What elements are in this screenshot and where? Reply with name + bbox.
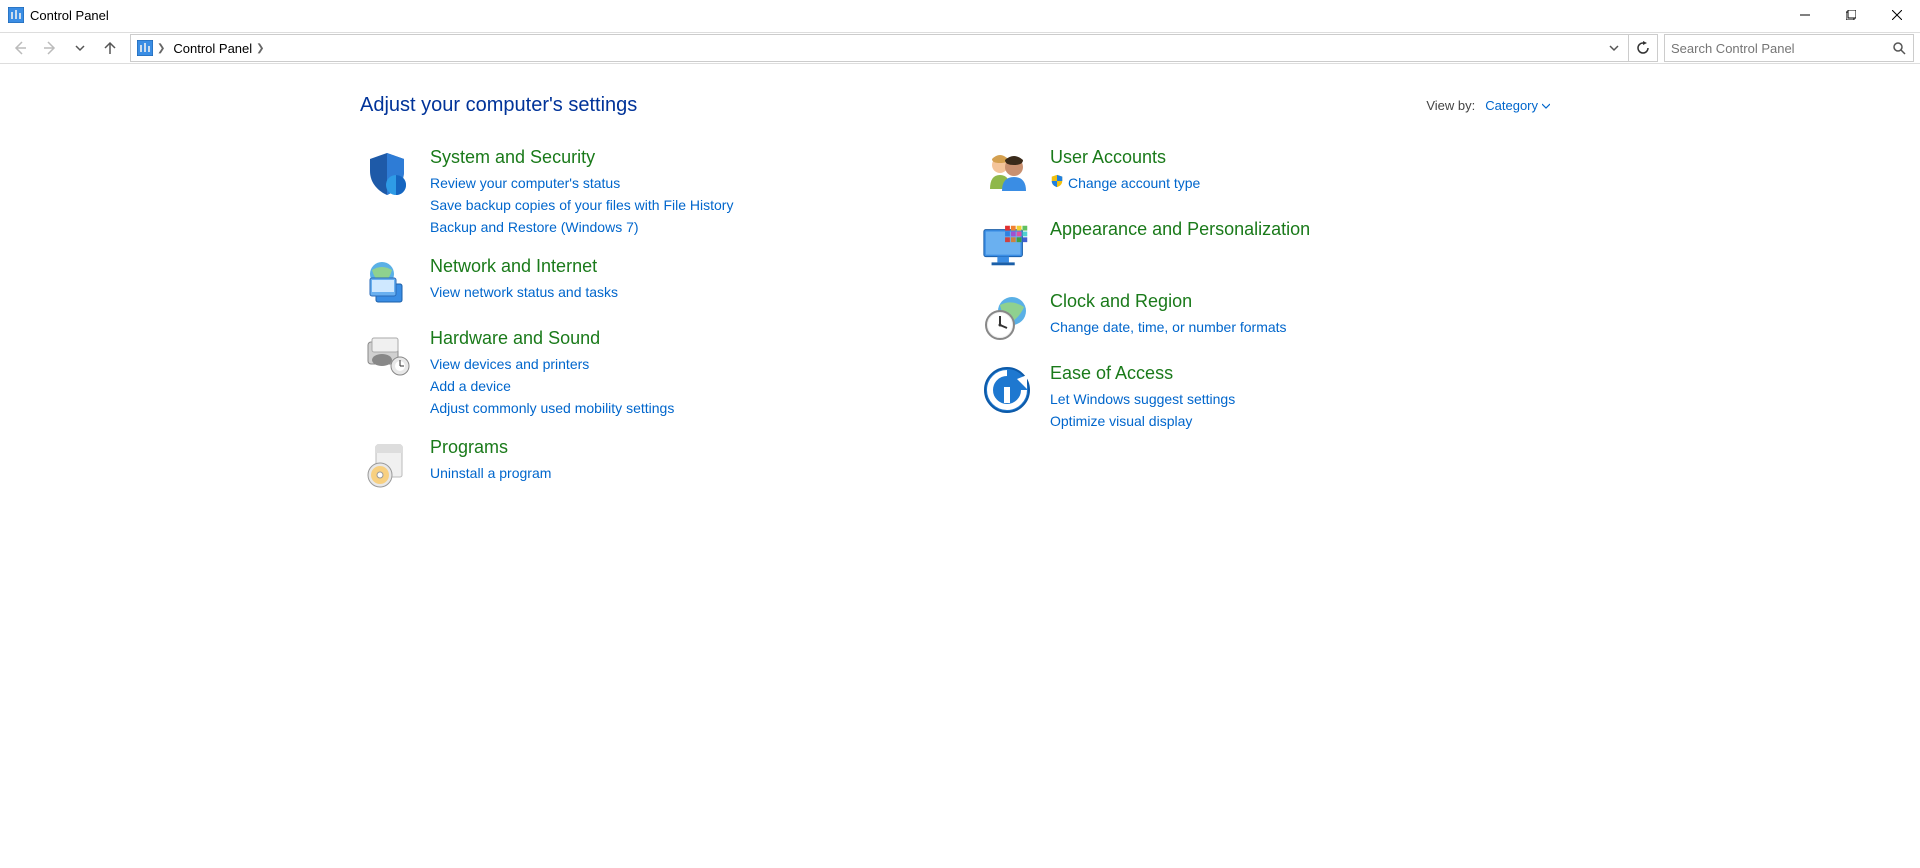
view-by-dropdown[interactable]: Category	[1485, 98, 1550, 113]
category-link[interactable]: Adjust commonly used mobility settings	[430, 397, 674, 419]
category-link-text: Change account type	[1068, 172, 1200, 194]
category-title[interactable]: Appearance and Personalization	[1050, 219, 1310, 240]
category-link[interactable]: View devices and printers	[430, 353, 674, 375]
hardware-sound-icon[interactable]	[360, 328, 414, 382]
chevron-right-icon[interactable]: ❯	[256, 43, 264, 54]
category-text: System and Security Review your computer'…	[430, 147, 733, 238]
category-item: Appearance and Personalization	[980, 219, 1560, 273]
address-bar[interactable]: ❯ Control Panel ❯	[130, 34, 1658, 62]
breadcrumb-root[interactable]: ❯	[135, 40, 167, 56]
category-item: Clock and Region Change date, time, or nu…	[980, 291, 1560, 345]
category-item: User Accounts Change account type	[980, 147, 1560, 201]
navigation-bar: ❯ Control Panel ❯	[0, 32, 1920, 64]
title-bar: Control Panel	[0, 0, 1920, 30]
category-link-text: Uninstall a program	[430, 462, 551, 484]
maximize-button[interactable]	[1828, 0, 1874, 30]
category-link[interactable]: Change account type	[1050, 172, 1200, 194]
category-link-text: Adjust commonly used mobility settings	[430, 397, 674, 419]
category-title[interactable]: System and Security	[430, 147, 733, 168]
view-by-value: Category	[1485, 98, 1538, 113]
chevron-down-icon	[1542, 102, 1550, 110]
minimize-button[interactable]	[1782, 0, 1828, 30]
search-input[interactable]	[1669, 40, 1889, 57]
category-link-text: Add a device	[430, 375, 511, 397]
category-link-text: View network status and tasks	[430, 281, 618, 303]
ease-of-access-icon[interactable]	[980, 363, 1034, 417]
category-link[interactable]: Backup and Restore (Windows 7)	[430, 216, 733, 238]
category-title[interactable]: User Accounts	[1050, 147, 1200, 168]
address-dropdown-button[interactable]	[1600, 35, 1628, 61]
category-title[interactable]: Ease of Access	[1050, 363, 1235, 384]
category-link-text: View devices and printers	[430, 353, 589, 375]
category-text: Clock and Region Change date, time, or nu…	[1050, 291, 1287, 345]
breadcrumb-control-panel[interactable]: Control Panel ❯	[171, 41, 266, 56]
category-link[interactable]: Let Windows suggest settings	[1050, 388, 1235, 410]
category-text: User Accounts Change account type	[1050, 147, 1200, 201]
category-link-text: Review your computer's status	[430, 172, 620, 194]
category-item: Ease of Access Let Windows suggest settin…	[980, 363, 1560, 432]
uac-shield-icon	[1050, 172, 1064, 194]
category-title[interactable]: Network and Internet	[430, 256, 618, 277]
refresh-button[interactable]	[1628, 35, 1657, 61]
up-button[interactable]	[96, 34, 124, 62]
content-area: Adjust your computer's settings View by:…	[0, 64, 1920, 509]
user-accounts-icon[interactable]	[980, 147, 1034, 201]
forward-button[interactable]	[36, 34, 64, 62]
category-link-text: Optimize visual display	[1050, 410, 1192, 432]
category-text: Appearance and Personalization	[1050, 219, 1310, 273]
category-text: Ease of Access Let Windows suggest settin…	[1050, 363, 1235, 432]
view-by-control: View by: Category	[1426, 98, 1550, 113]
window-title: Control Panel	[30, 8, 109, 23]
chevron-right-icon[interactable]: ❯	[157, 43, 165, 54]
category-link[interactable]: Uninstall a program	[430, 462, 551, 484]
category-link-text: Let Windows suggest settings	[1050, 388, 1235, 410]
category-link[interactable]: Review your computer's status	[430, 172, 733, 194]
page-heading: Adjust your computer's settings	[360, 94, 637, 117]
close-button[interactable]	[1874, 0, 1920, 30]
category-link-text: Save backup copies of your files with Fi…	[430, 194, 733, 216]
category-link[interactable]: Add a device	[430, 375, 674, 397]
category-link[interactable]: Save backup copies of your files with Fi…	[430, 194, 733, 216]
system-security-icon[interactable]	[360, 147, 414, 201]
category-link[interactable]: Optimize visual display	[1050, 410, 1235, 432]
recent-locations-dropdown[interactable]	[66, 34, 94, 62]
control-panel-icon	[137, 40, 153, 56]
category-item: System and Security Review your computer'…	[360, 147, 940, 238]
control-panel-app-icon	[8, 7, 24, 23]
search-box[interactable]	[1664, 34, 1914, 62]
category-column-left: System and Security Review your computer'…	[360, 147, 940, 509]
category-title[interactable]: Programs	[430, 437, 551, 458]
category-column-right: User Accounts Change account type	[980, 147, 1560, 509]
programs-icon[interactable]	[360, 437, 414, 491]
category-text: Programs Uninstall a program	[430, 437, 551, 491]
category-link[interactable]: Change date, time, or number formats	[1050, 316, 1287, 338]
category-link-text: Change date, time, or number formats	[1050, 316, 1287, 338]
category-link[interactable]: View network status and tasks	[430, 281, 618, 303]
category-text: Hardware and Sound View devices and print…	[430, 328, 674, 419]
breadcrumb-label: Control Panel	[173, 41, 252, 56]
search-icon[interactable]	[1889, 41, 1909, 55]
category-link-text: Backup and Restore (Windows 7)	[430, 216, 639, 238]
category-title[interactable]: Hardware and Sound	[430, 328, 674, 349]
category-item: Network and Internet View network status …	[360, 256, 940, 310]
appearance-icon[interactable]	[980, 219, 1034, 273]
view-by-label: View by:	[1426, 98, 1475, 113]
category-text: Network and Internet View network status …	[430, 256, 618, 310]
category-item: Programs Uninstall a program	[360, 437, 940, 491]
back-button[interactable]	[6, 34, 34, 62]
clock-region-icon[interactable]	[980, 291, 1034, 345]
network-internet-icon[interactable]	[360, 256, 414, 310]
category-item: Hardware and Sound View devices and print…	[360, 328, 940, 419]
category-title[interactable]: Clock and Region	[1050, 291, 1287, 312]
window-controls	[1782, 0, 1920, 30]
